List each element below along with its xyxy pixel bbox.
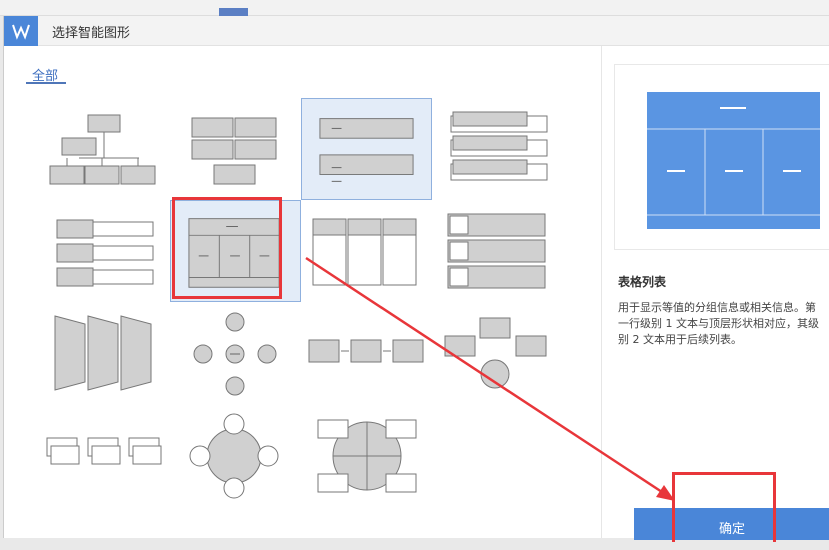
annotation-arrow	[305, 256, 675, 501]
